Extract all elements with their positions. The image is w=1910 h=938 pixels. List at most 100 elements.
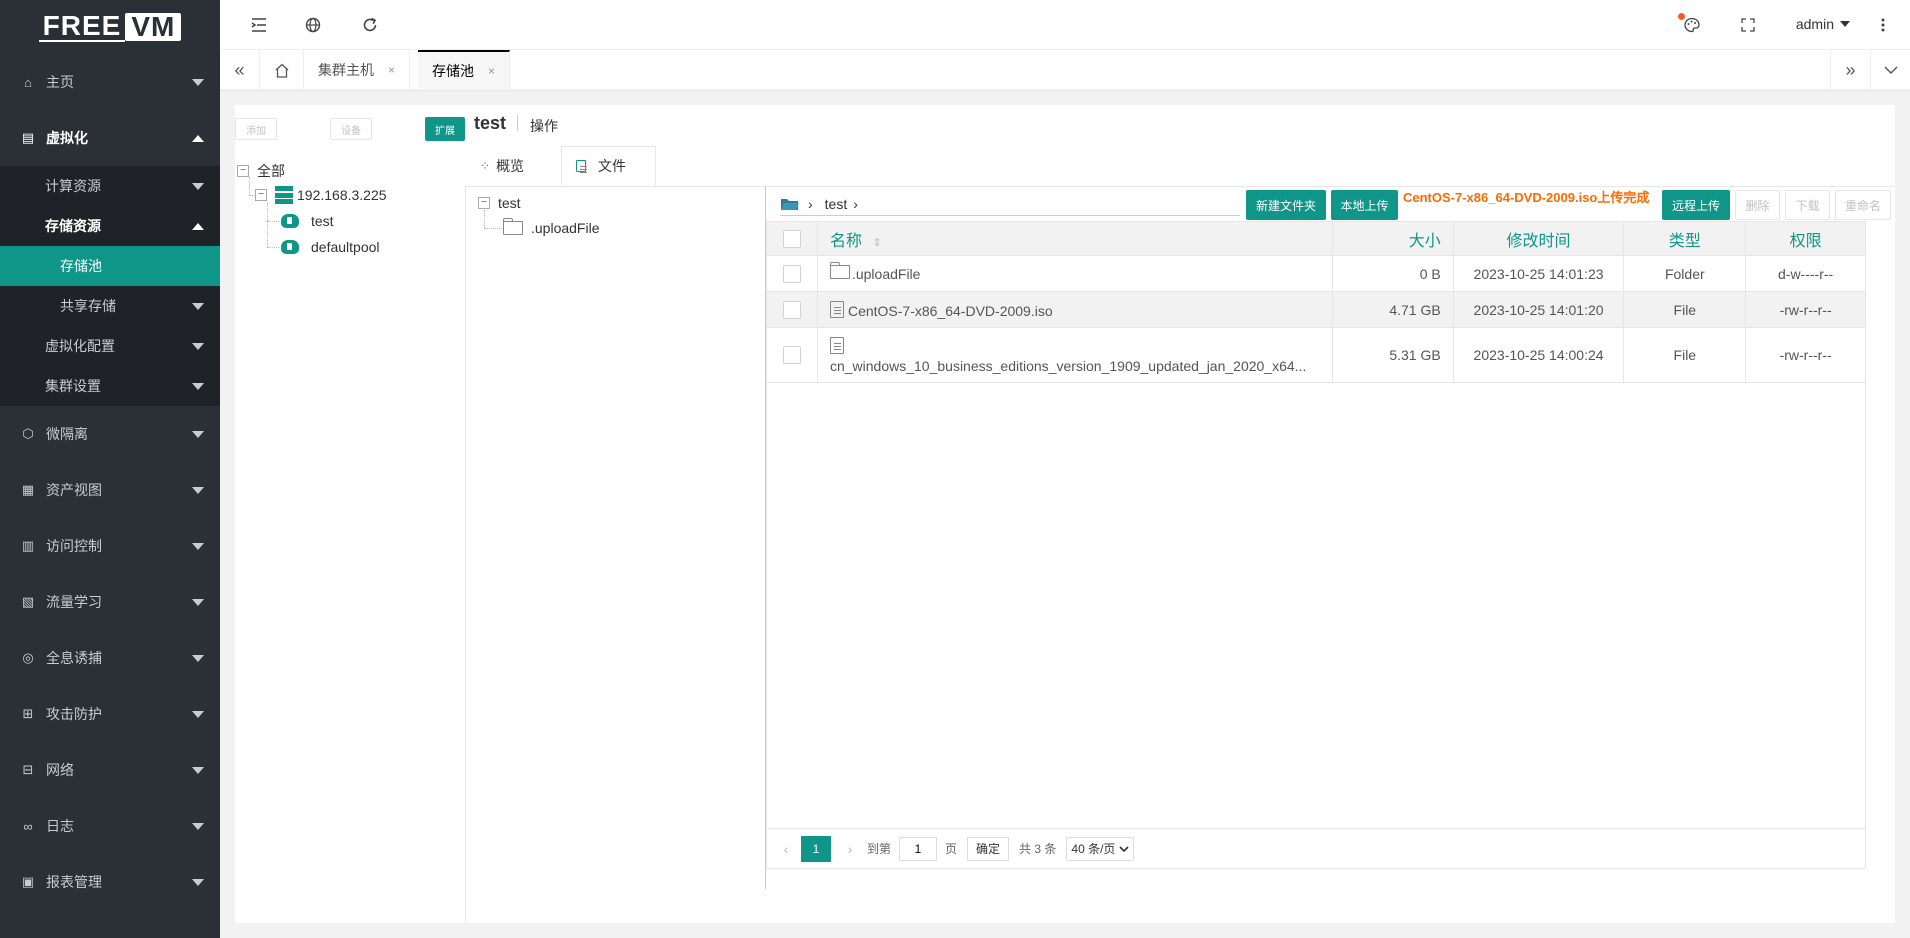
user-menu[interactable]: admin bbox=[1796, 16, 1850, 32]
page-number-current[interactable]: 1 bbox=[801, 835, 831, 862]
local-upload-button[interactable]: 本地上传 bbox=[1331, 190, 1398, 220]
fullscreen-icon[interactable] bbox=[1738, 15, 1758, 35]
column-header-size: 大小 bbox=[1331, 221, 1454, 256]
collapse-icon[interactable]: − bbox=[478, 197, 490, 209]
sidebar-item-label: 全息诱捕 bbox=[46, 650, 102, 666]
tree-node-pool-test[interactable]: test bbox=[281, 213, 334, 229]
infinity-icon: ∞ bbox=[23, 818, 33, 834]
file-name[interactable]: CentOS-7-x86_64-DVD-2009.iso bbox=[848, 303, 1053, 319]
column-header-name[interactable]: 名称 ⇕ bbox=[816, 221, 1333, 256]
folder-icon bbox=[829, 262, 850, 279]
tree-node-label: test bbox=[498, 195, 521, 211]
page-unit-label: 页 bbox=[945, 842, 958, 856]
sidebar-item-network[interactable]: ⊟ 网络 bbox=[0, 742, 220, 798]
row-checkbox[interactable] bbox=[782, 300, 801, 319]
file-icon bbox=[829, 300, 844, 318]
download-button[interactable]: 下载 bbox=[1785, 190, 1830, 220]
collapse-icon[interactable]: − bbox=[237, 165, 249, 177]
username: admin bbox=[1795, 16, 1834, 32]
row-checkbox[interactable] bbox=[782, 346, 801, 364]
tree-node-all[interactable]: − 全部 bbox=[237, 161, 285, 181]
sidebar-item-micro-isolation[interactable]: ⬡ 微隔离 bbox=[0, 406, 220, 462]
logo-free-text: FREE bbox=[38, 12, 126, 42]
sidebar-item-cluster-settings[interactable]: 集群设置 bbox=[0, 366, 220, 406]
tab-storage-pool[interactable]: 存储池 × bbox=[418, 50, 511, 90]
rename-button[interactable]: 重命名 bbox=[1835, 190, 1891, 220]
refresh-icon[interactable] bbox=[360, 15, 380, 35]
tree-node-label: test bbox=[311, 213, 334, 229]
table-row[interactable]: CentOS-7-x86_64-DVD-2009.iso 4.71 GB 202… bbox=[766, 291, 1866, 328]
chevron-down-icon bbox=[192, 303, 204, 310]
close-icon[interactable]: × bbox=[488, 64, 495, 78]
more-vertical-icon[interactable] bbox=[1873, 15, 1893, 35]
tree-node-label: defaultpool bbox=[311, 239, 380, 255]
grid-icon: ▥ bbox=[21, 538, 35, 553]
tab-cluster-host[interactable]: 集群主机 × bbox=[304, 50, 411, 90]
remote-upload-button[interactable]: 远程上传 bbox=[1662, 190, 1730, 220]
file-name[interactable]: cn_windows_10_business_editions_version_… bbox=[830, 358, 1306, 374]
file-tree-root[interactable]: − test bbox=[478, 195, 521, 211]
tab-overview[interactable]: ⁘ 概览 bbox=[466, 146, 538, 186]
chevron-down-icon bbox=[192, 879, 204, 886]
file-size: 5.31 GB bbox=[1331, 327, 1454, 383]
target-icon: ◎ bbox=[22, 650, 34, 665]
goto-confirm-button[interactable]: 确定 bbox=[967, 836, 1010, 861]
chevron-down-icon bbox=[192, 183, 204, 190]
add-button[interactable]: 添加 bbox=[235, 118, 277, 140]
operation-link[interactable]: 操作 bbox=[530, 116, 558, 136]
goto-page-input[interactable] bbox=[899, 836, 938, 861]
sidebar-item-honeypot[interactable]: ◎ 全息诱捕 bbox=[0, 630, 220, 686]
table-row[interactable]: .uploadFile 0 B 2023-10-25 14:01:23 Fold… bbox=[766, 255, 1866, 292]
sidebar-item-traffic-learning[interactable]: ▧ 流量学习 bbox=[0, 574, 220, 630]
breadcrumb-segment[interactable]: test bbox=[825, 196, 848, 212]
sidebar-item-storage-pool[interactable]: 存储池 bbox=[0, 246, 220, 286]
tabs-dropdown-icon[interactable] bbox=[1870, 50, 1910, 90]
globe-icon[interactable] bbox=[303, 15, 323, 35]
delete-button[interactable]: 删除 bbox=[1735, 190, 1780, 220]
menu-collapse-icon[interactable] bbox=[249, 15, 269, 35]
sidebar-item-virtualization[interactable]: ▤ 虚拟化 bbox=[0, 110, 220, 166]
tabs-scroll-right-icon[interactable]: » bbox=[1830, 50, 1870, 90]
sidebar-item-storage[interactable]: 存储资源 bbox=[0, 206, 220, 246]
column-header-mtime: 修改时间 bbox=[1452, 221, 1625, 256]
sort-icon[interactable]: ⇕ bbox=[872, 237, 881, 249]
sidebar-item-label: 报表管理 bbox=[46, 874, 102, 890]
tabs-scroll-left-icon[interactable]: « bbox=[220, 50, 260, 90]
sidebar-item-attack-defense[interactable]: ⊞ 攻击防护 bbox=[0, 686, 220, 742]
chevron-right-icon: › bbox=[853, 195, 858, 212]
file-tree-upload-folder[interactable]: .uploadFile bbox=[503, 218, 600, 236]
sidebar-item-label: 集群设置 bbox=[45, 378, 101, 394]
chevron-down-icon bbox=[192, 599, 204, 606]
home-tab-icon[interactable] bbox=[260, 50, 304, 90]
network-icon: ⊟ bbox=[22, 762, 34, 777]
sidebar-item-virt-config[interactable]: 虚拟化配置 bbox=[0, 326, 220, 366]
chevron-down-icon bbox=[192, 343, 204, 350]
expand-button[interactable]: 扩展 bbox=[425, 117, 465, 141]
sidebar-item-home[interactable]: ⌂ 主页 bbox=[0, 54, 220, 110]
storage-pool-icon bbox=[281, 240, 299, 254]
sidebar-item-asset-view[interactable]: ▦ 资产视图 bbox=[0, 462, 220, 518]
select-all-checkbox[interactable] bbox=[782, 229, 801, 248]
close-icon[interactable]: × bbox=[388, 63, 395, 77]
tree-node-pool-defaultpool[interactable]: defaultpool bbox=[281, 239, 380, 255]
sidebar-item-access-control[interactable]: ▥ 访问控制 bbox=[0, 518, 220, 574]
sidebar-item-compute[interactable]: 计算资源 bbox=[0, 166, 220, 206]
next-page-icon[interactable]: › bbox=[839, 841, 861, 857]
tree-node-host[interactable]: − 192.168.3.225 bbox=[255, 186, 387, 204]
row-checkbox[interactable] bbox=[782, 264, 801, 283]
collapse-icon[interactable]: − bbox=[255, 189, 267, 201]
file-name[interactable]: .uploadFile bbox=[852, 266, 921, 282]
theme-palette-icon[interactable] bbox=[1678, 13, 1702, 35]
table-row[interactable]: cn_windows_10_business_editions_version_… bbox=[766, 327, 1866, 383]
sidebar-item-shared-storage[interactable]: 共享存储 bbox=[0, 286, 220, 326]
tree-node-label: 192.168.3.225 bbox=[297, 187, 387, 203]
sidebar-item-reports[interactable]: ▣ 报表管理 bbox=[0, 854, 220, 910]
file-perm: d-w----r-- bbox=[1745, 255, 1866, 292]
new-folder-button[interactable]: 新建文件夹 bbox=[1246, 190, 1326, 220]
column-header-type: 类型 bbox=[1623, 221, 1747, 256]
sidebar-item-logs[interactable]: ∞ 日志 bbox=[0, 798, 220, 854]
device-button[interactable]: 设备 bbox=[330, 118, 372, 140]
tab-files[interactable]: 文件 bbox=[561, 146, 656, 186]
page-size-select[interactable]: 40 条/页 bbox=[1066, 836, 1135, 861]
prev-page-icon[interactable]: ‹ bbox=[775, 841, 797, 857]
